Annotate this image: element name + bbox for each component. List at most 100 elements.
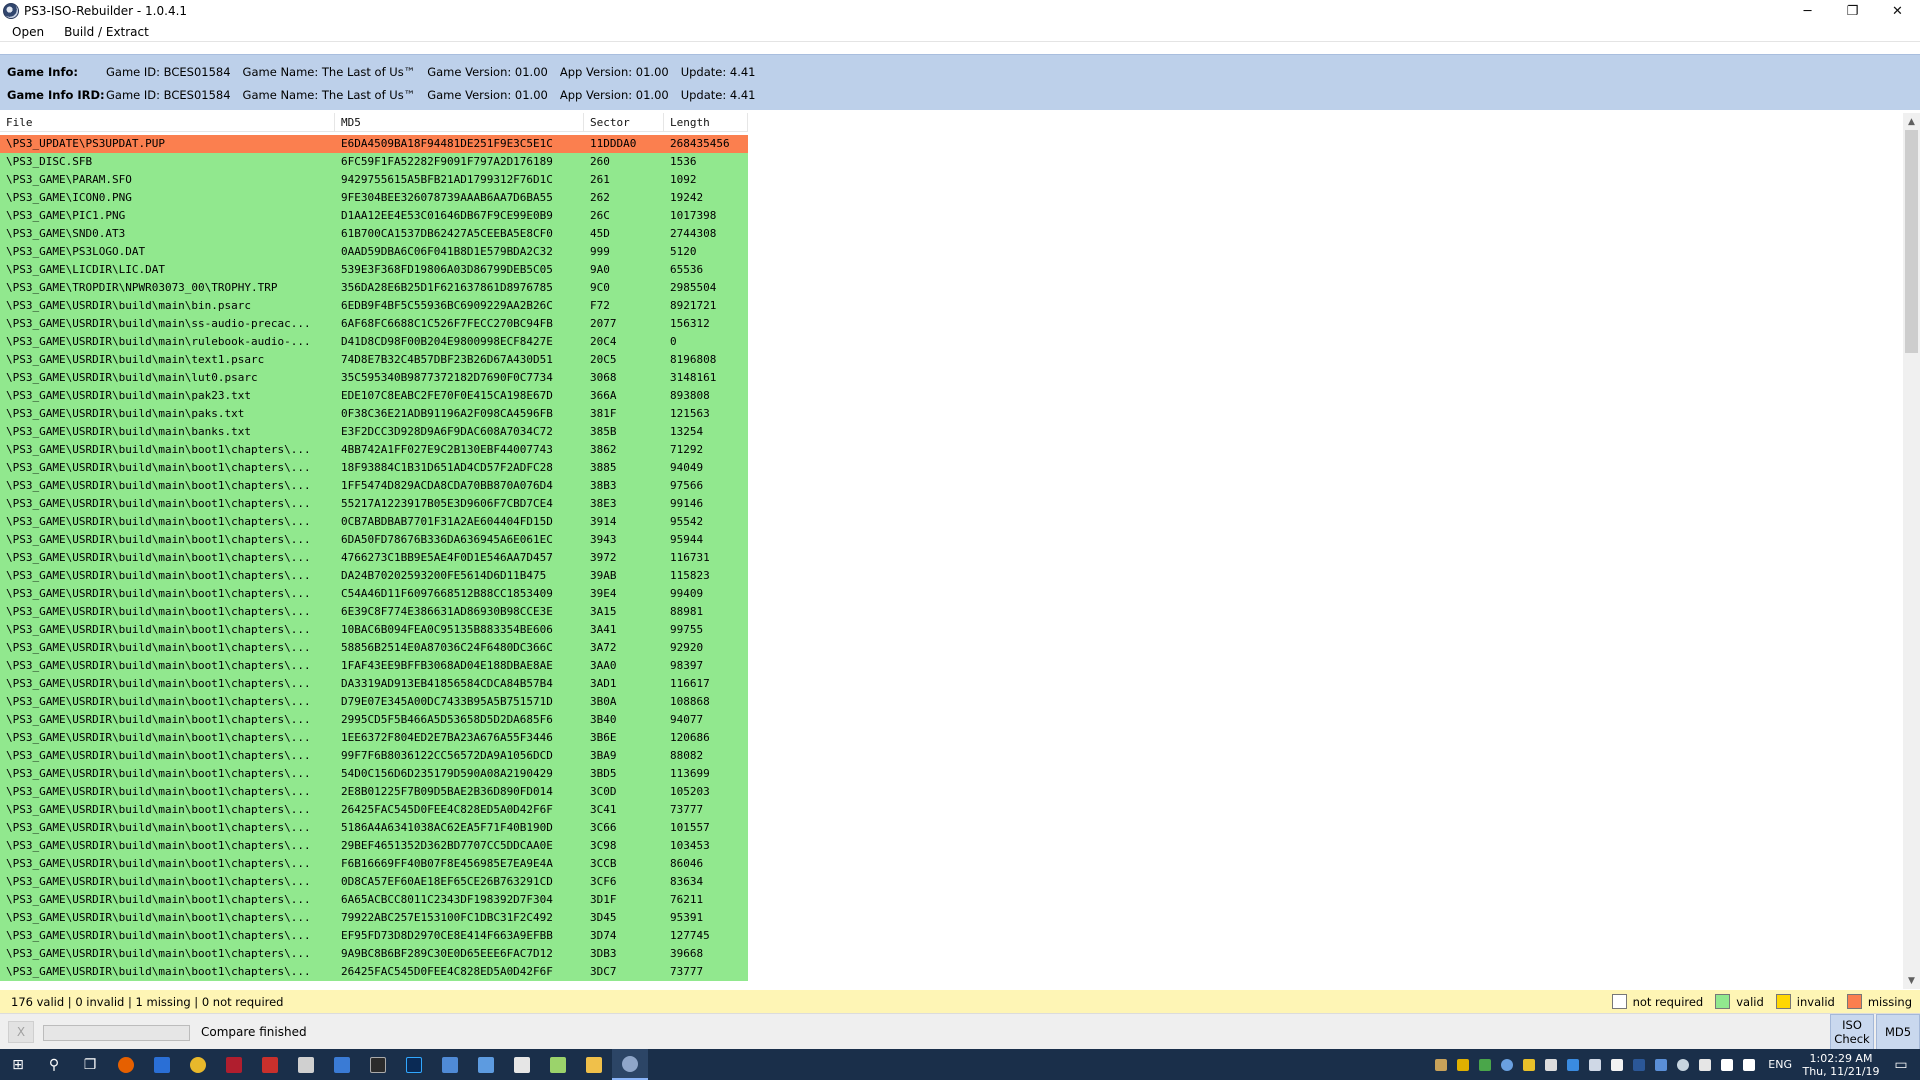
package-icon[interactable] bbox=[1430, 1049, 1452, 1080]
iso-check-button[interactable]: ISO Check bbox=[1830, 1014, 1874, 1050]
table-row[interactable]: \PS3_GAME\USRDIR\build\main\boot1\chapte… bbox=[0, 891, 748, 909]
file-list-view[interactable]: File MD5 Sector Length \PS3_UPDATE\PS3UP… bbox=[0, 113, 1920, 989]
table-row[interactable]: \PS3_GAME\USRDIR\build\main\boot1\chapte… bbox=[0, 495, 748, 513]
vertical-scrollbar[interactable]: ▲ ▼ bbox=[1903, 113, 1920, 989]
globe-icon[interactable] bbox=[1496, 1049, 1518, 1080]
word-icon[interactable] bbox=[1628, 1049, 1650, 1080]
table-row[interactable]: \PS3_GAME\USRDIR\build\main\bin.psarc 6ED… bbox=[0, 297, 748, 315]
monitor-icon[interactable] bbox=[468, 1049, 504, 1080]
md5-button[interactable]: MD5 bbox=[1876, 1014, 1920, 1050]
table-row[interactable]: \PS3_GAME\PARAM.SFO 9429755615A5BFB21AD17… bbox=[0, 171, 748, 189]
scroll-down-arrow-icon[interactable]: ▼ bbox=[1903, 972, 1920, 989]
thunderbird-icon[interactable] bbox=[144, 1049, 180, 1080]
clock[interactable]: 1:02:29 AM Thu, 11/21/19 bbox=[1800, 1052, 1882, 1078]
table-row[interactable]: \PS3_GAME\USRDIR\build\main\boot1\chapte… bbox=[0, 477, 748, 495]
search-icon[interactable]: ⚲ bbox=[36, 1049, 72, 1080]
bluetooth-icon[interactable] bbox=[1562, 1049, 1584, 1080]
steam-icon[interactable] bbox=[1672, 1049, 1694, 1080]
shield-icon[interactable] bbox=[1606, 1049, 1628, 1080]
table-row[interactable]: \PS3_GAME\USRDIR\build\main\boot1\chapte… bbox=[0, 909, 748, 927]
table-row[interactable]: \PS3_GAME\USRDIR\build\main\pak23.txt EDE… bbox=[0, 387, 748, 405]
wifi-icon[interactable] bbox=[1716, 1049, 1738, 1080]
table-row[interactable]: \PS3_GAME\USRDIR\build\main\rulebook-aud… bbox=[0, 333, 748, 351]
table-row[interactable]: \PS3_UPDATE\PS3UPDAT.PUP E6DA4509BA18F944… bbox=[0, 135, 748, 153]
table-row[interactable]: \PS3_GAME\USRDIR\build\main\boot1\chapte… bbox=[0, 927, 748, 945]
cloud-icon[interactable] bbox=[1584, 1049, 1606, 1080]
table-row[interactable]: \PS3_GAME\TROPDIR\NPWR03073_00\TROPHY.TR… bbox=[0, 279, 748, 297]
remote-desktop-icon[interactable] bbox=[432, 1049, 468, 1080]
column-header-file[interactable]: File bbox=[0, 113, 335, 132]
table-row[interactable]: \PS3_GAME\USRDIR\build\main\boot1\chapte… bbox=[0, 531, 748, 549]
table-row[interactable]: \PS3_GAME\PIC1.PNG D1AA12EE4E53C01646DB67… bbox=[0, 207, 748, 225]
table-row[interactable]: \PS3_GAME\USRDIR\build\main\boot1\chapte… bbox=[0, 729, 748, 747]
notepad-icon[interactable] bbox=[540, 1049, 576, 1080]
table-row[interactable]: \PS3_GAME\USRDIR\build\main\boot1\chapte… bbox=[0, 693, 748, 711]
table-row[interactable]: \PS3_GAME\USRDIR\build\main\lut0.psarc 35… bbox=[0, 369, 748, 387]
table-row[interactable]: \PS3_GAME\USRDIR\build\main\boot1\chapte… bbox=[0, 963, 748, 981]
scroll-up-arrow-icon[interactable]: ▲ bbox=[1903, 113, 1920, 130]
network-app-icon[interactable] bbox=[1474, 1049, 1496, 1080]
table-row[interactable]: \PS3_GAME\USRDIR\build\main\boot1\chapte… bbox=[0, 945, 748, 963]
table-row[interactable]: \PS3_GAME\USRDIR\build\main\paks.txt 0F38… bbox=[0, 405, 748, 423]
firefox-icon[interactable] bbox=[108, 1049, 144, 1080]
app-blue-icon[interactable] bbox=[324, 1049, 360, 1080]
minimize-button[interactable]: ─ bbox=[1785, 0, 1830, 22]
table-row[interactable]: \PS3_GAME\USRDIR\build\main\boot1\chapte… bbox=[0, 819, 748, 837]
table-row[interactable]: \PS3_GAME\LICDIR\LIC.DAT 539E3F368FD19806… bbox=[0, 261, 748, 279]
filezilla-icon[interactable] bbox=[252, 1049, 288, 1080]
table-row[interactable]: \PS3_GAME\USRDIR\build\main\ss-audio-pre… bbox=[0, 315, 748, 333]
tray-app-icon[interactable] bbox=[1452, 1049, 1474, 1080]
table-row[interactable]: \PS3_GAME\SND0.AT3 61B700CA1537DB62427A5C… bbox=[0, 225, 748, 243]
table-row[interactable]: \PS3_GAME\USRDIR\build\main\boot1\chapte… bbox=[0, 765, 748, 783]
table-row[interactable]: \PS3_GAME\USRDIR\build\main\boot1\chapte… bbox=[0, 567, 748, 585]
file-explorer-icon[interactable] bbox=[576, 1049, 612, 1080]
app-grid-icon[interactable] bbox=[288, 1049, 324, 1080]
input-language[interactable]: ENG bbox=[1768, 1058, 1792, 1071]
column-header-length[interactable]: Length bbox=[664, 113, 748, 132]
terminal-icon[interactable] bbox=[360, 1049, 396, 1080]
action-center-icon[interactable]: ▭ bbox=[1882, 1057, 1920, 1073]
table-row[interactable]: \PS3_GAME\USRDIR\build\main\text1.psarc 7… bbox=[0, 351, 748, 369]
table-row[interactable]: \PS3_GAME\ICON0.PNG 9FE304BEE326078739AAA… bbox=[0, 189, 748, 207]
table-row[interactable]: \PS3_GAME\USRDIR\build\main\boot1\chapte… bbox=[0, 711, 748, 729]
mail-icon[interactable] bbox=[1650, 1049, 1672, 1080]
table-row[interactable]: \PS3_GAME\USRDIR\build\main\boot1\chapte… bbox=[0, 549, 748, 567]
table-row[interactable]: \PS3_GAME\PS3LOGO.DAT 0AAD59DBA6C06F041B8… bbox=[0, 243, 748, 261]
ps3-iso-rebuilder-taskbar-icon[interactable] bbox=[612, 1049, 648, 1080]
close-button[interactable]: ✕ bbox=[1875, 0, 1920, 22]
volume-icon[interactable] bbox=[1738, 1049, 1760, 1080]
column-header-sector[interactable]: Sector bbox=[584, 113, 664, 132]
scrollbar-thumb[interactable] bbox=[1905, 130, 1918, 353]
table-row[interactable]: \PS3_GAME\USRDIR\build\main\boot1\chapte… bbox=[0, 603, 748, 621]
table-row[interactable]: \PS3_GAME\USRDIR\build\main\boot1\chapte… bbox=[0, 837, 748, 855]
menu-open[interactable]: Open bbox=[9, 24, 47, 40]
start-windows-icon[interactable]: ⊞ bbox=[0, 1049, 36, 1080]
table-row[interactable]: \PS3_GAME\USRDIR\build\main\boot1\chapte… bbox=[0, 855, 748, 873]
table-row[interactable]: \PS3_GAME\USRDIR\build\main\boot1\chapte… bbox=[0, 639, 748, 657]
photoshop-icon[interactable] bbox=[396, 1049, 432, 1080]
table-row[interactable]: \PS3_GAME\USRDIR\build\main\boot1\chapte… bbox=[0, 441, 748, 459]
usb-icon[interactable] bbox=[1540, 1049, 1562, 1080]
cancel-button[interactable]: X bbox=[8, 1021, 34, 1043]
table-row[interactable]: \PS3_GAME\USRDIR\build\main\boot1\chapte… bbox=[0, 783, 748, 801]
menu-build-extract[interactable]: Build / Extract bbox=[61, 24, 152, 40]
chrome-icon[interactable] bbox=[180, 1049, 216, 1080]
table-row[interactable]: \PS3_GAME\USRDIR\build\main\boot1\chapte… bbox=[0, 675, 748, 693]
task-view-icon[interactable]: ❐ bbox=[72, 1049, 108, 1080]
table-row[interactable]: \PS3_GAME\USRDIR\build\main\boot1\chapte… bbox=[0, 621, 748, 639]
calculator-icon[interactable] bbox=[504, 1049, 540, 1080]
table-row[interactable]: \PS3_DISC.SFB 6FC59F1FA52282F9091F797A2D1… bbox=[0, 153, 748, 171]
battery-icon[interactable] bbox=[1694, 1049, 1716, 1080]
table-row[interactable]: \PS3_GAME\USRDIR\build\main\boot1\chapte… bbox=[0, 585, 748, 603]
table-row[interactable]: \PS3_GAME\USRDIR\build\main\boot1\chapte… bbox=[0, 801, 748, 819]
maximize-button[interactable]: ❐ bbox=[1830, 0, 1875, 22]
app-red-icon[interactable] bbox=[216, 1049, 252, 1080]
column-header-md5[interactable]: MD5 bbox=[335, 113, 584, 132]
table-row[interactable]: \PS3_GAME\USRDIR\build\main\boot1\chapte… bbox=[0, 873, 748, 891]
table-row[interactable]: \PS3_GAME\USRDIR\build\main\boot1\chapte… bbox=[0, 747, 748, 765]
security-icon[interactable] bbox=[1518, 1049, 1540, 1080]
table-row[interactable]: \PS3_GAME\USRDIR\build\main\boot1\chapte… bbox=[0, 513, 748, 531]
table-row[interactable]: \PS3_GAME\USRDIR\build\main\boot1\chapte… bbox=[0, 657, 748, 675]
table-row[interactable]: \PS3_GAME\USRDIR\build\main\boot1\chapte… bbox=[0, 459, 748, 477]
table-row[interactable]: \PS3_GAME\USRDIR\build\main\banks.txt E3F… bbox=[0, 423, 748, 441]
